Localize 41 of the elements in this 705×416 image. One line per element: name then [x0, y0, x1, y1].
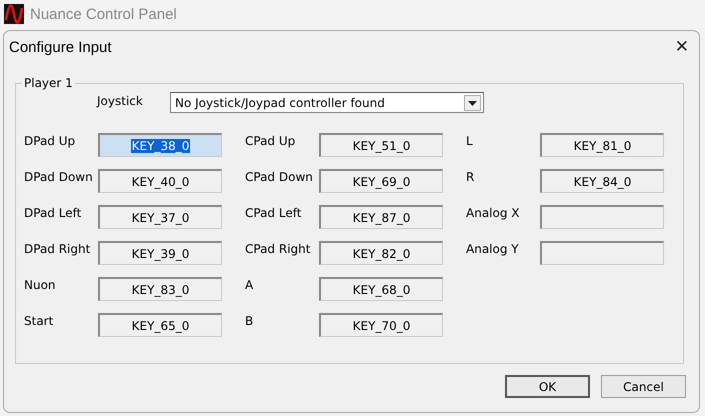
key-field[interactable]: KEY_69_0 — [319, 169, 443, 193]
binding-label: Start — [24, 314, 54, 330]
key-field[interactable]: KEY_65_0 — [98, 313, 222, 337]
dialog-title: Configure Input — [9, 38, 112, 56]
binding-label: R — [466, 170, 476, 186]
joystick-label: Joystick — [97, 94, 144, 108]
binding-label: DPad Left — [24, 206, 82, 222]
binding-label: CPad Left — [245, 206, 302, 222]
close-button[interactable]: ✕ — [664, 32, 699, 62]
cancel-button[interactable]: Cancel — [601, 375, 686, 398]
key-field[interactable]: KEY_82_0 — [319, 241, 443, 265]
group-title: Player 1 — [23, 76, 74, 90]
binding-label: CPad Right — [245, 242, 312, 258]
binding-label: CPad Down — [245, 170, 314, 186]
joystick-dropdown[interactable]: No Joystick/Joypad controller found — [170, 92, 484, 113]
binding-label: DPad Up — [24, 134, 76, 150]
key-field[interactable]: KEY_84_0 — [540, 169, 664, 193]
binding-label: CPad Up — [245, 134, 296, 150]
key-field[interactable]: KEY_68_0 — [319, 277, 443, 301]
key-field[interactable] — [540, 241, 664, 265]
key-field[interactable]: KEY_51_0 — [319, 133, 443, 157]
binding-label: Analog Y — [466, 242, 520, 258]
key-field[interactable]: KEY_39_0 — [98, 241, 222, 265]
key-field[interactable]: KEY_37_0 — [98, 205, 222, 229]
binding-label: Analog X — [466, 206, 520, 222]
key-field[interactable]: KEY_83_0 — [98, 277, 222, 301]
key-field[interactable]: KEY_70_0 — [319, 313, 443, 337]
key-field[interactable]: KEY_38_0 — [98, 133, 222, 157]
ok-button[interactable]: OK — [505, 375, 590, 398]
key-field[interactable] — [540, 205, 664, 229]
app-window-title: Nuance Control Panel — [30, 6, 177, 22]
key-field[interactable]: KEY_40_0 — [98, 169, 222, 193]
key-field[interactable]: KEY_87_0 — [319, 205, 443, 229]
binding-label: A — [245, 278, 254, 294]
binding-label: DPad Down — [24, 170, 94, 186]
key-field[interactable]: KEY_81_0 — [540, 133, 664, 157]
app-logo-icon — [4, 4, 24, 24]
binding-label: B — [245, 314, 254, 330]
binding-label: DPad Right — [24, 242, 92, 258]
binding-label: Nuon — [24, 278, 57, 294]
binding-label: L — [466, 134, 474, 150]
